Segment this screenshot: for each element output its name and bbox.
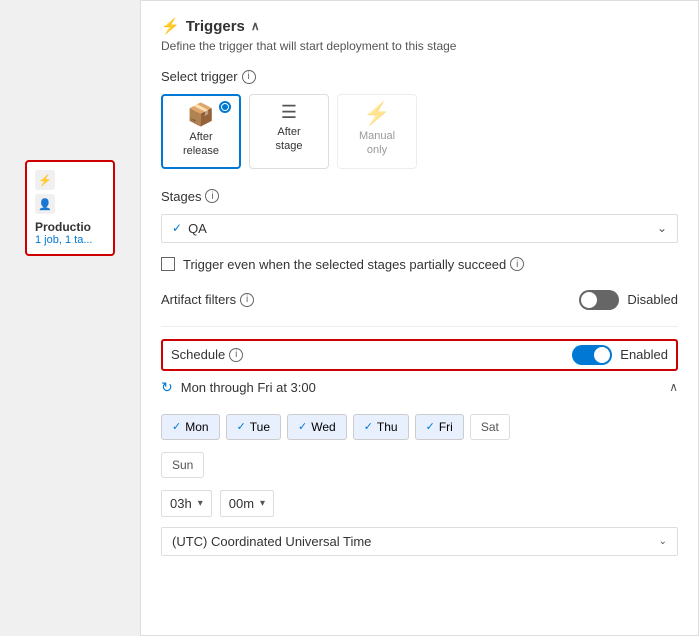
schedule-summary-text: Mon through Fri at 3:00 [181, 380, 661, 395]
day-thu[interactable]: ✓ Thu [353, 414, 409, 440]
collapse-chevron[interactable]: ∧ [251, 19, 260, 33]
stages-dropdown-left: ✓ QA [172, 221, 207, 236]
stages-dropdown[interactable]: ✓ QA ⌄ [161, 214, 678, 243]
stages-selected-value: QA [188, 221, 207, 236]
days-grid: ✓ Mon ✓ Tue ✓ Wed ✓ Thu ✓ Fri [161, 414, 678, 440]
section-subtitle: Define the trigger that will start deplo… [161, 39, 678, 53]
main-panel: ⚡ Triggers ∧ Define the trigger that wil… [140, 0, 699, 636]
minute-value: 00m [229, 496, 254, 511]
refresh-icon: ↻ [161, 379, 173, 396]
timezone-value: (UTC) Coordinated Universal Time [172, 534, 371, 549]
schedule-section: ↻ Mon through Fri at 3:00 ∧ ✓ Mon ✓ Tue … [161, 375, 678, 556]
stages-label: Stages i [161, 189, 678, 204]
divider [161, 326, 678, 327]
stages-dropdown-arrow: ⌄ [657, 221, 667, 235]
artifact-filters-toggle-right: Disabled [579, 290, 678, 310]
triggers-icon: ⚡ [161, 17, 180, 35]
stages-checkmark: ✓ [172, 221, 182, 235]
triggers-header: ⚡ Triggers ∧ [161, 17, 678, 35]
stages-section: Stages i ✓ QA ⌄ [161, 189, 678, 243]
artifact-filters-label: Artifact filters i [161, 292, 254, 307]
schedule-knob [594, 347, 610, 363]
trigger-radio-after-release [219, 101, 231, 113]
triggers-title: Triggers [186, 18, 245, 35]
artifact-filters-toggle[interactable] [579, 290, 619, 310]
day-sun[interactable]: Sun [161, 452, 204, 478]
schedule-info-icon[interactable]: i [229, 348, 243, 362]
after-stage-label: Afterstage [276, 125, 303, 154]
schedule-toggle[interactable] [572, 345, 612, 365]
after-release-label: Afterrelease [183, 130, 219, 159]
stage-icons: ⚡ 👤 [35, 170, 55, 214]
day-wed[interactable]: ✓ Wed [287, 414, 347, 440]
artifact-filters-row: Artifact filters i Disabled [161, 290, 678, 310]
partial-success-checkbox[interactable] [161, 257, 175, 271]
day-fri[interactable]: ✓ Fri [415, 414, 464, 440]
select-trigger-info-icon[interactable]: i [242, 70, 256, 84]
manual-only-icon: ⚡ [363, 103, 390, 125]
hour-value: 03h [170, 496, 192, 511]
artifact-filters-knob [581, 292, 597, 308]
partial-success-label: Trigger even when the selected stages pa… [183, 257, 524, 272]
after-stage-icon: ☰ [281, 103, 297, 121]
minute-arrow: ▾ [260, 498, 265, 509]
minute-select[interactable]: 00m ▾ [220, 490, 274, 517]
stage-card[interactable]: ⚡ 👤 Productio 1 job, 1 ta... [25, 160, 115, 256]
trigger-after-stage[interactable]: ☰ Afterstage [249, 94, 329, 169]
hour-arrow: ▾ [198, 498, 203, 509]
trigger-options: 📦 Afterrelease ☰ Afterstage ⚡ Manualonly [161, 94, 678, 169]
stage-info: 1 job, 1 ta... [35, 234, 92, 246]
artifact-filters-status: Disabled [627, 292, 678, 307]
schedule-toggle-row: Schedule i Enabled [161, 339, 678, 371]
timezone-select[interactable]: (UTC) Coordinated Universal Time ⌄ [161, 527, 678, 556]
time-row: 03h ▾ 00m ▾ [161, 490, 678, 517]
schedule-toggle-right: Enabled [572, 345, 668, 365]
schedule-label: Schedule i [171, 347, 243, 362]
select-trigger-label: Select trigger i [161, 69, 678, 84]
day-sat[interactable]: Sat [470, 414, 510, 440]
timezone-arrow: ⌄ [659, 536, 667, 547]
day-mon[interactable]: ✓ Mon [161, 414, 220, 440]
trigger-icon: ⚡ [35, 170, 55, 190]
trigger-after-release[interactable]: 📦 Afterrelease [161, 94, 241, 169]
partial-success-info-icon[interactable]: i [510, 257, 524, 271]
partial-success-row: Trigger even when the selected stages pa… [161, 257, 678, 272]
after-release-icon: 📦 [187, 104, 214, 126]
schedule-status: Enabled [620, 347, 668, 362]
left-sidebar: ⚡ 👤 Productio 1 job, 1 ta... [0, 0, 140, 636]
schedule-collapse-icon[interactable]: ∧ [669, 380, 678, 394]
person-icon: 👤 [35, 194, 55, 214]
hour-select[interactable]: 03h ▾ [161, 490, 212, 517]
second-row-days: Sun [161, 452, 678, 478]
artifact-filters-info-icon[interactable]: i [240, 293, 254, 307]
schedule-summary: ↻ Mon through Fri at 3:00 ∧ [161, 375, 678, 400]
stages-info-icon[interactable]: i [205, 189, 219, 203]
day-tue[interactable]: ✓ Tue [226, 414, 281, 440]
manual-only-label: Manualonly [359, 129, 395, 158]
section-title: ⚡ Triggers ∧ [161, 17, 260, 35]
trigger-manual-only[interactable]: ⚡ Manualonly [337, 94, 417, 169]
stage-name: Productio [35, 220, 91, 234]
